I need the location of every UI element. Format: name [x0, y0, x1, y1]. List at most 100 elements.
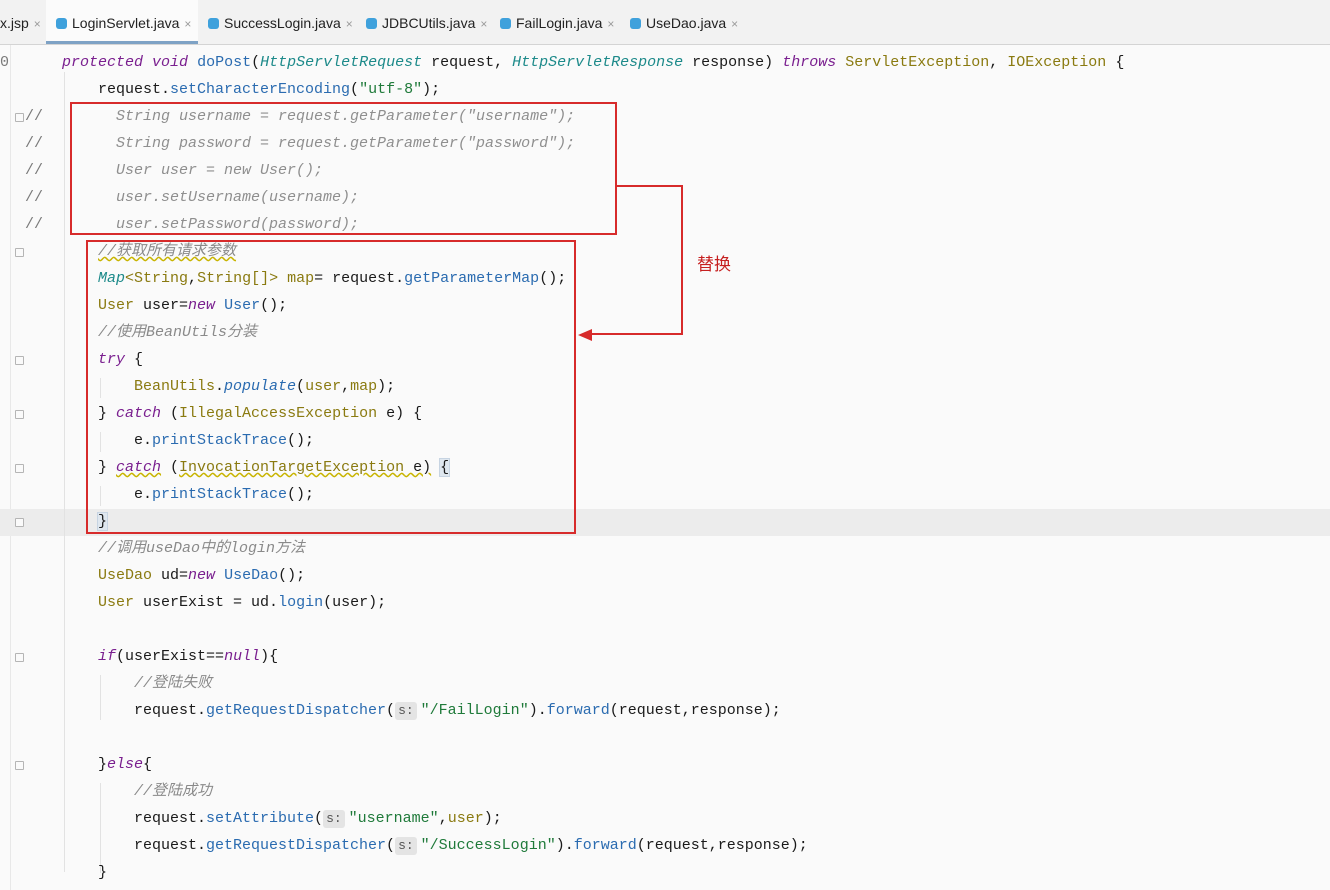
keyword: protected: [62, 54, 144, 71]
tab-usedao-java[interactable]: UseDao.java ×: [630, 0, 742, 44]
java-class-icon: [208, 18, 219, 29]
code-editor[interactable]: 0 // // // // // protected void doPost(H…: [0, 45, 1330, 890]
method-call: forward: [573, 837, 637, 854]
code-line-set-attribute: request.setAttribute(s: "username",user);: [134, 810, 502, 828]
java-class-icon: [630, 18, 641, 29]
code-line-else: }else{: [98, 756, 153, 773]
fold-marker[interactable]: [15, 518, 24, 527]
comment-marker: //: [25, 216, 44, 233]
fold-marker[interactable]: [15, 410, 24, 419]
arrow-left-icon: [578, 329, 592, 341]
code-token: ();: [278, 567, 306, 584]
close-icon[interactable]: ×: [607, 17, 614, 31]
method-name: doPost: [197, 54, 252, 71]
comment-line: //调用useDao中的login方法: [98, 540, 306, 557]
type: HttpServletRequest: [260, 54, 423, 71]
keyword: if: [98, 648, 117, 665]
fold-marker[interactable]: [15, 113, 24, 122]
tab-label: UseDao.java: [646, 15, 727, 31]
method-call: forward: [546, 702, 610, 719]
code-line-signature: protected void doPost(HttpServletRequest…: [62, 54, 1125, 71]
tab-label: LoginServlet.java: [72, 15, 180, 31]
comment-marker: //: [25, 135, 44, 152]
variable: ud=: [152, 567, 189, 584]
code-line-usedao: UseDao ud=new UseDao();: [98, 562, 305, 589]
comment-marker: //: [25, 108, 44, 125]
comment-marker: //: [25, 189, 44, 206]
comment-marker: //: [25, 162, 44, 179]
fold-marker[interactable]: [15, 248, 24, 257]
tab-x-jsp[interactable]: x.jsp ×: [0, 0, 46, 44]
type: UseDao: [98, 567, 153, 584]
java-class-icon: [366, 18, 377, 29]
param-hint: s:: [395, 837, 417, 855]
close-icon[interactable]: ×: [480, 17, 487, 31]
code-token: request.: [98, 81, 171, 98]
tab-faillogin-java[interactable]: FailLogin.java ×: [500, 0, 616, 44]
type: HttpServletResponse: [512, 54, 684, 71]
code-line-close-brace: }: [98, 864, 108, 881]
type: User: [98, 594, 135, 611]
param: response): [683, 54, 783, 71]
keyword: throws: [782, 54, 837, 71]
code-line-if: if(userExist==null){: [98, 648, 279, 665]
code-line-encoding: request.setCharacterEncoding("utf-8");: [98, 81, 441, 98]
tab-label: JDBCUtils.java: [382, 15, 476, 31]
param: request,: [422, 54, 513, 71]
param-hint: s:: [323, 810, 345, 828]
code-token: request.: [134, 702, 207, 719]
method-call: setCharacterEncoding: [170, 81, 351, 98]
editor-tab-bar: x.jsp × LoginServlet.java × SuccessLogin.j…: [0, 0, 1330, 45]
method-call: getRequestDispatcher: [206, 837, 387, 854]
type: ServletException: [845, 54, 990, 71]
fold-marker[interactable]: [15, 761, 24, 770]
code-line-login: User userExist = ud.login(user);: [98, 594, 387, 611]
code-token: );: [422, 81, 441, 98]
code-token: userExist==: [125, 648, 225, 665]
string-literal: "/SuccessLogin": [420, 837, 556, 854]
fold-marker[interactable]: [15, 356, 24, 365]
close-icon[interactable]: ×: [184, 17, 191, 31]
keyword: void: [152, 54, 189, 71]
method-call: setAttribute: [206, 810, 315, 827]
fold-marker[interactable]: [15, 653, 24, 662]
code-token: );: [368, 594, 387, 611]
string-literal: "/FailLogin": [420, 702, 529, 719]
method-call: getRequestDispatcher: [206, 702, 387, 719]
old-code-highlight-box: [70, 102, 617, 235]
param-hint: s:: [395, 702, 417, 720]
code-line-forward-fail: request.getRequestDispatcher(s: "/FailLog…: [134, 702, 781, 720]
close-icon[interactable]: ×: [34, 17, 41, 31]
indent-guide: [100, 675, 101, 720]
code-token: (request,response);: [609, 702, 781, 719]
fold-marker[interactable]: [15, 464, 24, 473]
annotation-connector: [681, 185, 683, 335]
close-icon[interactable]: ×: [731, 17, 738, 31]
tab-label: SuccessLogin.java: [224, 15, 341, 31]
indent-guide: [64, 72, 65, 872]
variable: user: [332, 594, 369, 611]
code-line-forward-success: request.getRequestDispatcher(s: "/Success…: [134, 837, 808, 855]
code-token: (request,response);: [636, 837, 808, 854]
code-token: );: [483, 810, 502, 827]
tab-loginservlet-java[interactable]: LoginServlet.java ×: [46, 0, 198, 44]
code-token: ud.: [251, 594, 279, 611]
code-token: =: [224, 594, 252, 611]
keyword: new: [188, 567, 216, 584]
gutter-divider: [10, 45, 11, 890]
annotation-connector: [590, 333, 683, 335]
method-call: login: [278, 594, 324, 611]
annotation-connector: [616, 185, 683, 187]
comment-line: //登陆成功: [134, 783, 213, 800]
comment-line: //登陆失败: [134, 675, 213, 692]
tab-label: x.jsp: [0, 15, 29, 31]
tab-label: FailLogin.java: [516, 15, 603, 31]
gutter-marker: 0: [0, 54, 10, 71]
code-token: request.: [134, 837, 207, 854]
replace-annotation-label: 替换: [697, 255, 731, 275]
close-icon[interactable]: ×: [346, 17, 353, 31]
tab-jdbcutils-java[interactable]: JDBCUtils.java ×: [366, 0, 492, 44]
tab-successlogin-java[interactable]: SuccessLogin.java ×: [208, 0, 356, 44]
new-code-highlight-box: [86, 240, 576, 534]
type: IOException: [1007, 54, 1107, 71]
